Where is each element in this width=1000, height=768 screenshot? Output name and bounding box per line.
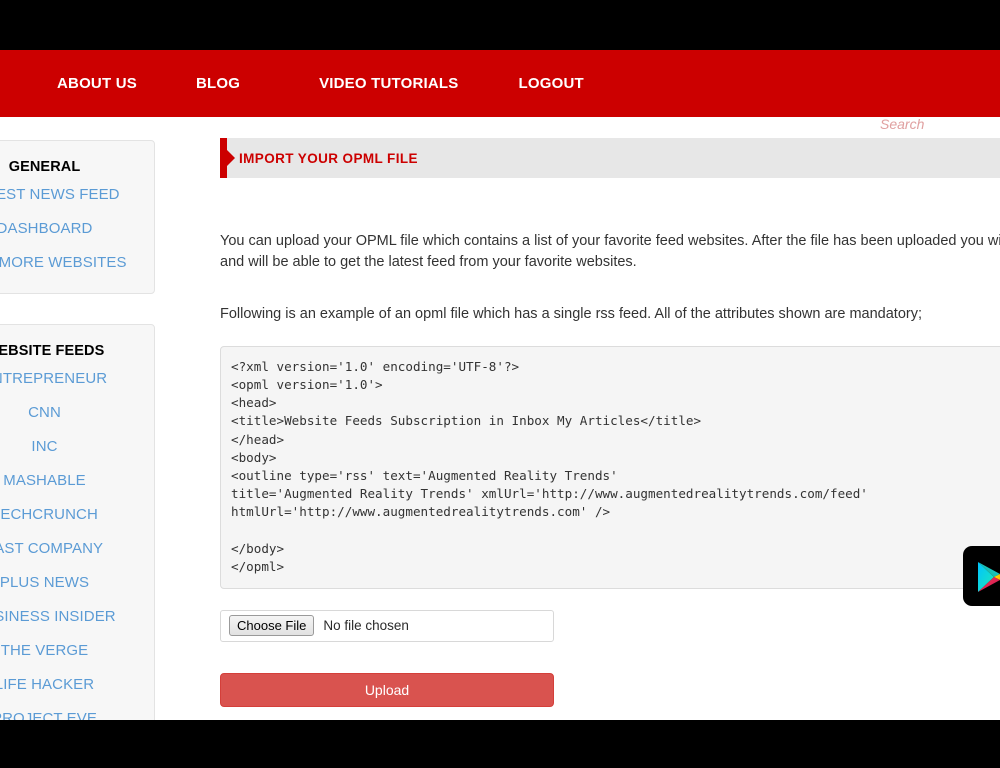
sidebar-heading-website-feeds: WEBSITE FEEDS — [0, 343, 105, 359]
nav-item-blog[interactable]: BLOG — [196, 75, 240, 92]
sidebar: GENERAL LATEST NEWS FEED DASHBOARD ADD M… — [0, 140, 155, 768]
upload-button[interactable]: Upload — [220, 672, 554, 707]
sidebar-item-fast-company[interactable]: FAST COMPANY — [0, 531, 154, 565]
sidebar-item-dashboard[interactable]: DASHBOARD — [0, 211, 154, 245]
sidebar-item-plus-news[interactable]: PLUS NEWS — [0, 565, 154, 599]
nav-item-about-us[interactable]: ABOUT US — [57, 75, 137, 92]
import-example-paragraph: Following is an example of an opml file … — [220, 306, 923, 322]
sidebar-item-business-insider[interactable]: BUSINESS INSIDER — [0, 599, 154, 633]
search-container — [878, 112, 1000, 140]
search-input[interactable] — [878, 112, 1000, 140]
sidebar-panel-general: GENERAL LATEST NEWS FEED DASHBOARD ADD M… — [0, 140, 155, 294]
google-play-badge[interactable] — [963, 546, 1000, 606]
chosen-file-label: No file chosen — [323, 618, 409, 634]
sidebar-panel-website-feeds: WEBSITE FEEDS ENTREPRENEUR CNN INC MASHA… — [0, 324, 155, 750]
page-root: ABOUT US BLOG VIDEO TUTORIALS LOGOUT GEN… — [0, 0, 1000, 768]
sidebar-item-mashable[interactable]: MASHABLE — [0, 463, 154, 497]
choose-file-button[interactable]: Choose File — [229, 615, 315, 637]
import-panel-header: IMPORT YOUR OPML FILE — [220, 138, 1000, 178]
google-play-icon — [978, 562, 1000, 592]
main-navigation-bar: ABOUT US BLOG VIDEO TUTORIALS LOGOUT — [0, 50, 1000, 140]
import-panel-title: IMPORT YOUR OPML FILE — [239, 150, 418, 166]
import-description-paragraph: You can upload your OPML file which cont… — [220, 233, 1000, 270]
sidebar-item-entrepreneur[interactable]: ENTREPRENEUR — [0, 361, 154, 395]
opml-code-sample: <?xml version='1.0' encoding='UTF-8'?> <… — [220, 346, 1000, 589]
nav-item-logout[interactable]: LOGOUT — [518, 75, 583, 92]
sidebar-item-life-hacker[interactable]: LIFE HACKER — [0, 667, 154, 701]
sidebar-item-techcrunch[interactable]: TECHCRUNCH — [0, 497, 154, 531]
bottom-black-bar — [0, 720, 1000, 768]
red-arrow-icon — [220, 138, 235, 178]
nav-item-video-tutorials[interactable]: VIDEO TUTORIALS — [319, 75, 458, 92]
sidebar-item-cnn[interactable]: CNN — [0, 395, 154, 429]
sidebar-item-the-verge[interactable]: THE VERGE — [0, 633, 154, 667]
sidebar-item-inc[interactable]: INC — [0, 429, 154, 463]
main-content: IMPORT YOUR OPML FILE You can upload you… — [220, 138, 1000, 768]
top-black-bar — [0, 0, 1000, 50]
nav-links: ABOUT US BLOG VIDEO TUTORIALS LOGOUT — [0, 50, 584, 117]
sidebar-item-latest-news-feed[interactable]: LATEST NEWS FEED — [0, 177, 154, 211]
file-upload-input[interactable]: Choose File No file chosen — [220, 609, 554, 642]
sidebar-item-add-more-websites[interactable]: ADD MORE WEBSITES — [0, 245, 154, 279]
sidebar-heading-general: GENERAL — [8, 159, 81, 175]
